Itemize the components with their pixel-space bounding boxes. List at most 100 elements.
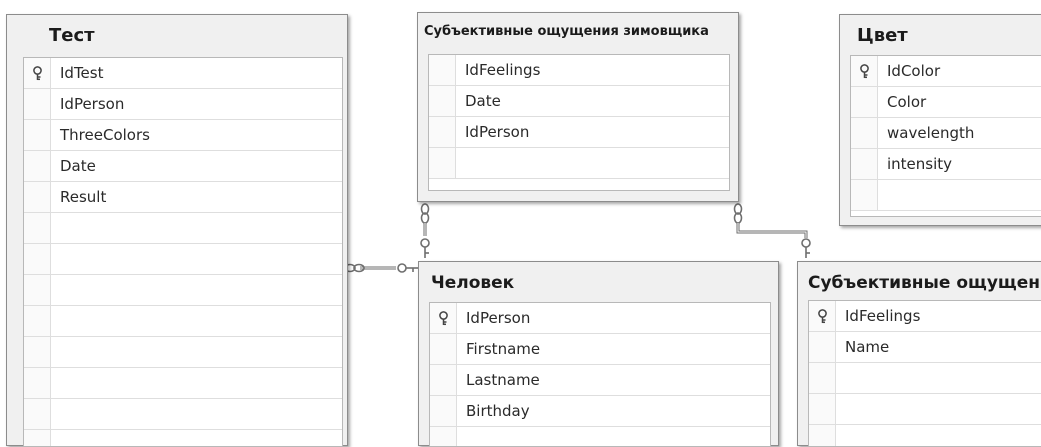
column-row[interactable]: Color (851, 87, 1041, 118)
key-icon (801, 238, 811, 258)
column-row[interactable]: IdPerson (429, 117, 729, 148)
table-feelings-winter[interactable]: Субъективные ощущения зимовщика IdFeelin… (417, 12, 739, 202)
column-row[interactable]: Date (429, 86, 729, 117)
column-row[interactable]: wavelength (851, 118, 1041, 149)
column-row[interactable]: IdTest (24, 58, 342, 89)
column-row[interactable]: ThreeColors (24, 120, 342, 151)
column-name: intensity (887, 155, 953, 173)
row-selector[interactable] (809, 394, 836, 424)
empty-row (24, 368, 342, 399)
table-title: Субъективные ощущения зимовщика (424, 24, 709, 39)
column-name: Lastname (466, 371, 540, 389)
column-row[interactable]: Lastname (430, 365, 770, 396)
column-row[interactable]: IdPerson (24, 89, 342, 120)
relationship-feelings-winter-feelings[interactable] (733, 203, 811, 258)
row-selector[interactable] (24, 182, 51, 212)
empty-row (851, 180, 1041, 211)
table-title: Человек (431, 273, 515, 293)
row-selector[interactable] (809, 332, 836, 362)
column-grid: IdColor Color wavelength intensity (850, 55, 1041, 217)
row-selector[interactable] (24, 120, 51, 150)
row-selector[interactable] (429, 148, 456, 178)
row-selector[interactable] (851, 180, 878, 210)
table-title: Цвет (857, 25, 908, 46)
row-selector[interactable] (851, 149, 878, 179)
table-feelings[interactable]: Субъективные ощущения IdFeelings Name (797, 261, 1041, 447)
relationship-feelings-winter-person[interactable] (420, 203, 430, 258)
empty-row (809, 394, 1041, 425)
row-selector[interactable] (430, 334, 457, 364)
row-selector[interactable] (429, 86, 456, 116)
empty-row (24, 399, 342, 430)
column-name: wavelength (887, 124, 975, 142)
column-grid: IdFeelings Date IdPerson (428, 54, 730, 191)
empty-row (24, 275, 342, 306)
empty-row (24, 244, 342, 275)
column-row[interactable]: intensity (851, 149, 1041, 180)
row-selector[interactable] (24, 368, 51, 398)
column-name: IdFeelings (465, 61, 541, 79)
empty-row (430, 427, 770, 446)
column-grid: IdTest IdPerson ThreeColors Date Result (23, 57, 343, 447)
empty-row (24, 306, 342, 337)
key-icon (437, 311, 450, 326)
row-selector[interactable] (24, 244, 51, 274)
column-name: Date (60, 157, 96, 175)
column-row[interactable]: Date (24, 151, 342, 182)
row-selector[interactable] (24, 430, 51, 446)
table-person[interactable]: Человек IdPerson Firstname Lastname Birthda… (418, 261, 779, 447)
key-icon (858, 64, 871, 79)
column-row[interactable]: Birthday (430, 396, 770, 427)
key-icon (397, 263, 418, 273)
row-selector[interactable] (24, 275, 51, 305)
row-selector[interactable] (429, 55, 456, 85)
column-row[interactable]: Firstname (430, 334, 770, 365)
column-row[interactable]: IdFeelings (429, 55, 729, 86)
table-title: Тест (49, 25, 95, 46)
column-row[interactable]: Name (809, 332, 1041, 363)
row-selector[interactable] (430, 396, 457, 426)
empty-row (809, 425, 1041, 446)
infinity-icon (733, 203, 743, 224)
column-name: ThreeColors (60, 126, 150, 144)
column-name: Result (60, 188, 107, 206)
row-selector[interactable] (851, 87, 878, 117)
row-selector[interactable] (24, 306, 51, 336)
column-row[interactable]: IdFeelings (809, 301, 1041, 332)
table-test[interactable]: Тест IdTest IdPerson ThreeColors Date Result (6, 14, 348, 447)
column-name: IdPerson (466, 309, 531, 327)
row-selector[interactable] (24, 151, 51, 181)
column-row[interactable]: Result (24, 182, 342, 213)
table-title: Субъективные ощущения (808, 273, 1041, 293)
column-name: IdTest (60, 64, 104, 82)
table-color[interactable]: Цвет IdColor Color wavelength intensity (839, 14, 1041, 226)
column-name: Name (845, 338, 890, 356)
row-selector[interactable] (809, 363, 836, 393)
relationship-test-person[interactable] (344, 263, 418, 273)
row-selector[interactable] (429, 117, 456, 147)
column-row[interactable]: IdColor (851, 56, 1041, 87)
row-selector[interactable] (430, 427, 457, 446)
row-selector[interactable] (851, 118, 878, 148)
column-name: IdColor (887, 62, 941, 80)
column-name: IdPerson (465, 123, 530, 141)
key-icon (420, 238, 430, 258)
key-icon (31, 66, 44, 81)
row-selector[interactable] (24, 89, 51, 119)
column-name: IdFeelings (845, 307, 921, 325)
empty-row (429, 148, 729, 179)
row-selector[interactable] (809, 425, 836, 446)
empty-row (24, 337, 342, 368)
column-row[interactable]: IdPerson (430, 303, 770, 334)
row-selector[interactable] (24, 337, 51, 367)
column-name: IdPerson (60, 95, 125, 113)
column-grid: IdFeelings Name (808, 300, 1041, 447)
row-selector[interactable] (24, 399, 51, 429)
infinity-icon (420, 203, 430, 224)
empty-row (809, 363, 1041, 394)
row-selector[interactable] (24, 213, 51, 243)
row-selector[interactable] (430, 365, 457, 395)
column-name: Birthday (466, 402, 530, 420)
column-name: Firstname (466, 340, 541, 358)
column-name: Color (887, 93, 927, 111)
